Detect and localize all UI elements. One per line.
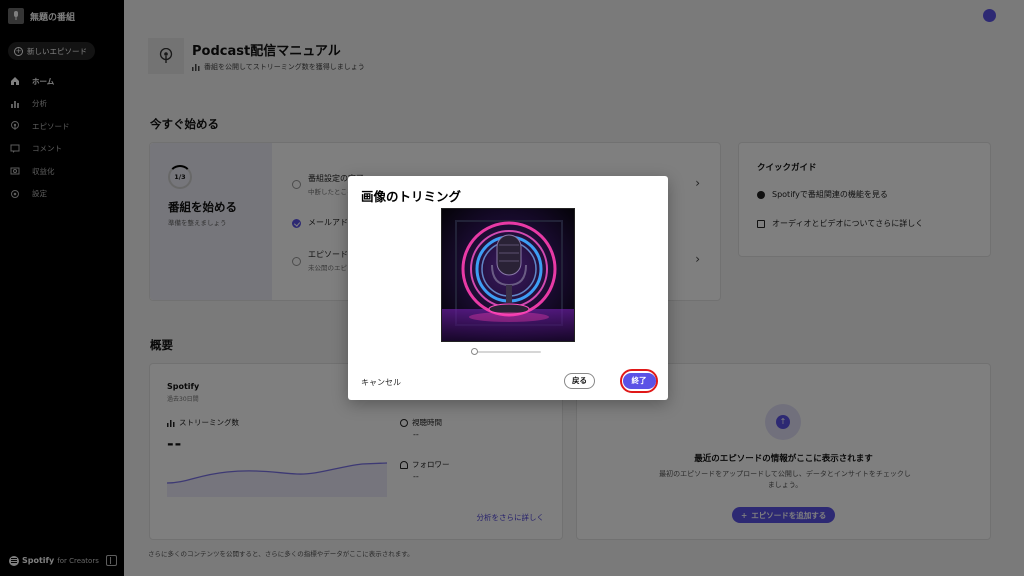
finish-button[interactable]: 終了 <box>622 373 656 389</box>
finish-button-highlight: 終了 <box>620 369 658 393</box>
zoom-slider-track[interactable] <box>473 351 541 353</box>
crop-image-dialog: 画像のトリミング キャンセル 戻る 終了 <box>348 176 668 400</box>
zoom-slider-handle[interactable] <box>471 348 478 355</box>
dialog-title: 画像のトリミング <box>361 189 462 204</box>
back-button[interactable]: 戻る <box>564 373 595 389</box>
cancel-button[interactable]: キャンセル <box>361 377 401 388</box>
neon-microphone-image <box>442 209 574 341</box>
crop-image-preview[interactable] <box>441 208 575 342</box>
